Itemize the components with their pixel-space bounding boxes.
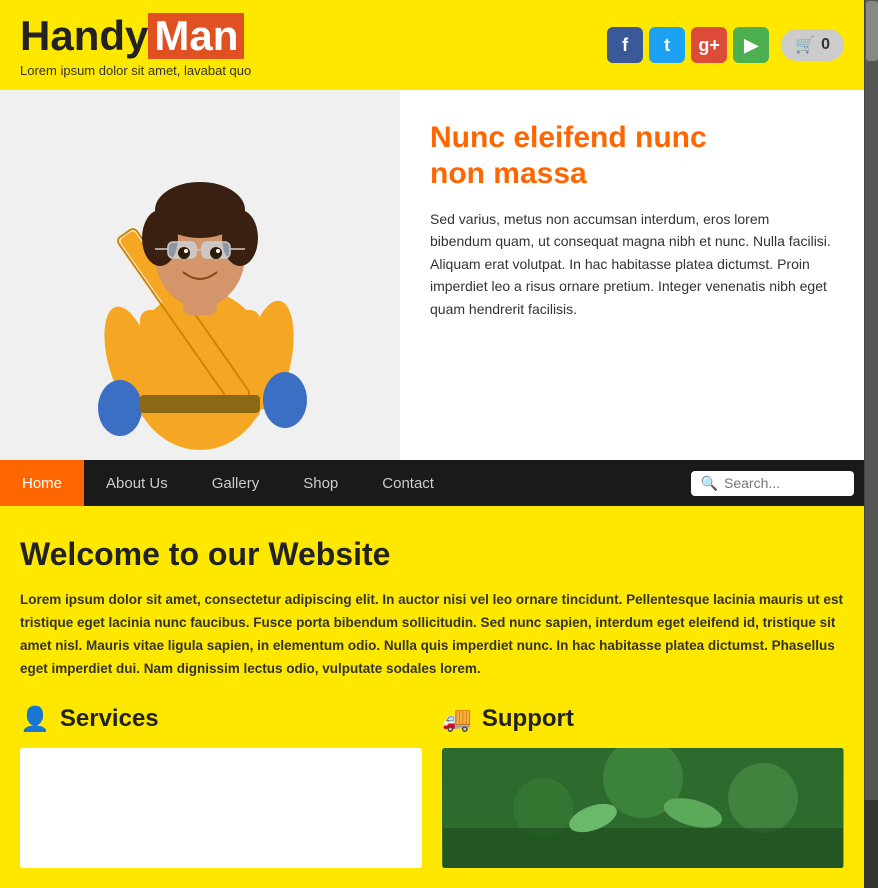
worker-illustration: [0, 90, 400, 460]
content-area: HandyMan Lorem ipsum dolor sit amet, lav…: [0, 0, 864, 888]
nav-shop[interactable]: Shop: [281, 460, 360, 506]
support-illustration: [442, 748, 844, 868]
support-heading-text: Support: [482, 705, 574, 733]
welcome-title: Welcome to our Website: [20, 536, 844, 573]
hero-title-text: Nunc eleifend nunc non massa: [430, 121, 707, 190]
welcome-body: Lorem ipsum dolor sit amet, consectetur …: [20, 589, 844, 681]
services-icon: 👤: [20, 705, 50, 734]
search-input[interactable]: [724, 475, 844, 491]
scrollbar-thumb[interactable]: [866, 1, 878, 61]
logo-handy: Handy: [20, 12, 148, 59]
facebook-icon[interactable]: f: [607, 27, 643, 63]
logo-subtitle: Lorem ipsum dolor sit amet, lavabat quo: [20, 63, 251, 78]
main-content: Welcome to our Website Lorem ipsum dolor…: [0, 506, 864, 888]
support-card-image: [442, 748, 844, 868]
logo-area: HandyMan Lorem ipsum dolor sit amet, lav…: [20, 13, 251, 78]
search-box: 🔍: [691, 471, 854, 496]
cart-button[interactable]: 🛒 0: [781, 29, 844, 61]
service-card-image: [20, 748, 422, 868]
services-row: 👤 Services 🚚 Support: [20, 705, 844, 868]
header-icons: f t g+ ▶ 🛒 0: [607, 27, 844, 63]
googleplus-icon[interactable]: g+: [691, 27, 727, 63]
scrollbar[interactable]: [864, 0, 878, 800]
support-column: 🚚 Support: [442, 705, 844, 868]
nav-gallery[interactable]: Gallery: [190, 460, 282, 506]
header: HandyMan Lorem ipsum dolor sit amet, lav…: [0, 0, 864, 90]
services-heading-text: Services: [60, 705, 159, 733]
page-wrapper: HandyMan Lorem ipsum dolor sit amet, lav…: [0, 0, 878, 888]
hero-description: Sed varius, metus non accumsan interdum,…: [430, 208, 834, 320]
logo: HandyMan: [20, 13, 251, 59]
twitter-icon[interactable]: t: [649, 27, 685, 63]
hero-title: Nunc eleifend nunc non massa: [430, 120, 834, 192]
nav-home[interactable]: Home: [0, 460, 84, 506]
cart-count: 0: [821, 36, 830, 54]
navbar: Home About Us Gallery Shop Contact 🔍: [0, 460, 864, 506]
search-icon: 🔍: [701, 475, 718, 492]
hero-content: Nunc eleifend nunc non massa Sed varius,…: [400, 90, 864, 460]
cart-icon: 🛒: [795, 35, 815, 55]
services-heading: 👤 Services: [20, 705, 422, 734]
hero-image: [0, 90, 400, 460]
logo-man: Man: [148, 13, 244, 59]
support-image: [442, 748, 844, 868]
nav-about[interactable]: About Us: [84, 460, 190, 506]
support-heading: 🚚 Support: [442, 705, 844, 734]
youtube-icon[interactable]: ▶: [733, 27, 769, 63]
nav-contact[interactable]: Contact: [360, 460, 456, 506]
hero-section: Nunc eleifend nunc non massa Sed varius,…: [0, 90, 864, 460]
services-column: 👤 Services: [20, 705, 422, 868]
support-icon: 🚚: [442, 705, 472, 734]
